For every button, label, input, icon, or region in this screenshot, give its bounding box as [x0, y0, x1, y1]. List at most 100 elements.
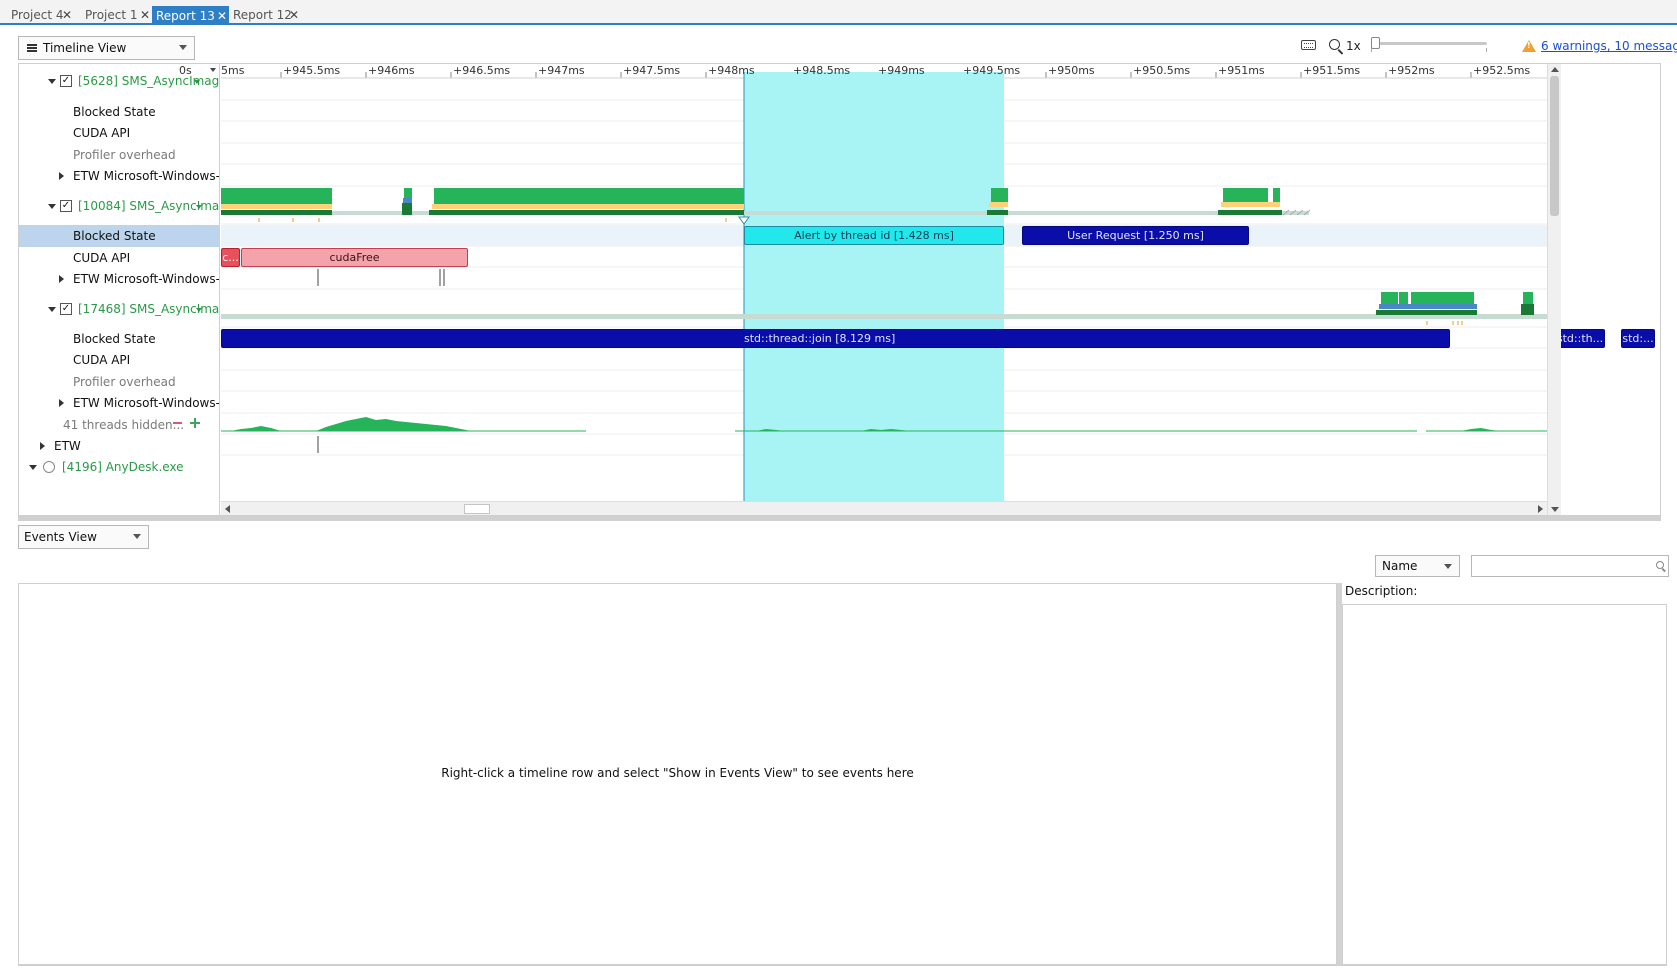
process-row-4196[interactable]: [4196] AnyDesk.exe [19, 456, 219, 478]
tab-project-1[interactable]: Project 1 ✕ [74, 5, 152, 25]
events-search-input[interactable] [1471, 555, 1669, 577]
row-etw-root[interactable]: ETW [19, 435, 219, 457]
row-menu-arrow-icon[interactable] [196, 205, 202, 209]
description-panel [1342, 604, 1667, 965]
row-blocked-state-1[interactable]: Blocked State [19, 101, 219, 123]
tab-label: Project 4 [11, 8, 64, 22]
row-label-text: ETW Microsoft-Windows-D [73, 169, 220, 183]
row-cuda-api-1[interactable]: CUDA API [19, 122, 219, 144]
zoom-slider-track [1371, 42, 1487, 45]
row-label-text: Profiler overhead [73, 148, 176, 162]
time-selection-region[interactable] [744, 72, 1004, 501]
row-cuda-api-3[interactable]: CUDA API [19, 349, 219, 371]
events-view-selector-dropdown[interactable]: Events View [18, 525, 149, 549]
events-list-panel[interactable]: Right-click a timeline row and select "S… [18, 583, 1337, 965]
scroll-up-icon[interactable] [1551, 67, 1559, 72]
timeline-canvas[interactable] [221, 64, 1547, 501]
thread-join-event[interactable]: std::th... [1555, 329, 1605, 348]
filter-field-dropdown[interactable]: Name [1375, 555, 1460, 577]
scrollbar-thumb[interactable] [464, 504, 490, 514]
plus-icon[interactable] [190, 418, 200, 428]
expand-icon[interactable] [59, 172, 64, 180]
process-row-10084[interactable]: ✓ [10084] SMS_AsyncIma [19, 195, 219, 217]
row-profiler-overhead-3[interactable]: Profiler overhead [19, 371, 219, 393]
row-threads-hidden: 41 threads hidden... [19, 414, 219, 436]
blocked-state-event[interactable]: Alert by thread id [1.428 ms] [744, 226, 1004, 245]
scroll-left-icon[interactable] [225, 505, 230, 513]
timeline-panel: 0s ✓ [5628] SMS_AsyncImag Blocked State … [18, 63, 1661, 516]
radio-icon[interactable] [43, 461, 55, 473]
timeline-row-labels: 0s ✓ [5628] SMS_AsyncImag Blocked State … [19, 64, 220, 515]
scroll-down-icon[interactable] [1551, 507, 1559, 512]
expand-icon[interactable] [40, 442, 45, 450]
panel-splitter[interactable] [18, 516, 1661, 521]
filter-field-label: Name [1382, 559, 1418, 573]
row-label-text: ETW Microsoft-Windows-D [73, 396, 220, 410]
minus-icon[interactable] [173, 422, 182, 424]
process-row-5628[interactable]: ✓ [5628] SMS_AsyncImag [19, 70, 219, 92]
row-label-text: ETW Microsoft-Windows-D [73, 272, 220, 286]
row-cuda-api-2[interactable]: CUDA API [19, 247, 219, 269]
keyboard-icon[interactable] [1301, 40, 1316, 50]
collapse-icon[interactable] [29, 465, 37, 470]
checkbox-icon[interactable]: ✓ [60, 303, 72, 315]
chevron-down-icon [179, 45, 187, 50]
view-selector-label: Timeline View [43, 41, 127, 55]
scrollbar-thumb[interactable] [1550, 76, 1559, 216]
expand-icon[interactable] [59, 275, 64, 283]
close-icon[interactable]: ✕ [140, 5, 150, 25]
tab-project-4[interactable]: Project 4 ✕ [0, 5, 74, 25]
zoom-icon[interactable] [1329, 39, 1340, 50]
row-etw-1[interactable]: ETW Microsoft-Windows-D [19, 165, 220, 187]
zoom-slider-thumb[interactable] [1371, 37, 1380, 49]
zoom-slider[interactable] [1371, 36, 1487, 54]
row-label-text: Profiler overhead [73, 375, 176, 389]
row-menu-arrow-icon[interactable] [196, 308, 202, 312]
close-icon[interactable]: ✕ [289, 5, 299, 25]
thread-join-event[interactable]: std::thread::join [8.129 ms] [221, 329, 1450, 348]
blocked-state-event[interactable]: User Request [1.250 ms] [1022, 226, 1249, 245]
menu-icon [27, 44, 37, 52]
process-row-17468[interactable]: ✓ [17468] SMS_AsyncIma [19, 298, 219, 320]
row-label-text: CUDA API [73, 126, 131, 140]
events-empty-message: Right-click a timeline row and select "S… [441, 766, 914, 780]
collapse-icon[interactable] [48, 307, 56, 312]
row-label-text: ETW [54, 439, 81, 453]
bottom-divider [18, 965, 1667, 966]
checkbox-icon[interactable]: ✓ [60, 200, 72, 212]
row-etw-3[interactable]: ETW Microsoft-Windows-D [19, 392, 220, 414]
row-menu-arrow-icon[interactable] [194, 80, 200, 84]
close-icon[interactable]: ✕ [217, 6, 227, 26]
view-selector-dropdown[interactable]: Timeline View [18, 36, 195, 60]
tab-report-13[interactable]: Report 13 ✕ [152, 6, 229, 25]
scroll-right-icon[interactable] [1538, 505, 1543, 513]
checkbox-icon[interactable]: ✓ [60, 75, 72, 87]
row-etw-2[interactable]: ETW Microsoft-Windows-D [19, 268, 220, 290]
row-blocked-state-2[interactable]: Blocked State [19, 225, 219, 247]
horizontal-scrollbar[interactable] [221, 501, 1547, 515]
warnings-messages-link[interactable]: 6 warnings, 10 messages [1541, 39, 1677, 53]
document-tab-bar: Project 4 ✕ Project 1 ✕ Report 13 ✕ Repo… [0, 0, 1677, 25]
description-label: Description: [1345, 584, 1418, 598]
close-icon[interactable]: ✕ [62, 5, 72, 25]
cuda-free-event[interactable]: cudaFree [241, 248, 468, 267]
row-label-text: Blocked State [73, 332, 156, 346]
row-label-text: Blocked State [73, 229, 156, 243]
process-name: [4196] AnyDesk.exe [62, 460, 184, 474]
zoom-slider-ticks [1371, 48, 1487, 52]
collapse-icon[interactable] [48, 204, 56, 209]
collapse-icon[interactable] [48, 79, 56, 84]
row-blocked-state-3[interactable]: Blocked State [19, 328, 219, 350]
thread-join-event[interactable]: std:... [1621, 329, 1655, 348]
row-label-text: CUDA API [73, 251, 131, 265]
search-icon[interactable] [1656, 561, 1664, 569]
expand-icon[interactable] [59, 399, 64, 407]
row-profiler-overhead-1[interactable]: Profiler overhead [19, 144, 219, 166]
tab-label: Report 13 [156, 9, 215, 23]
cuda-api-event[interactable]: c... [221, 248, 240, 267]
vertical-scrollbar[interactable] [1547, 64, 1561, 515]
zoom-level-label: 1x [1346, 39, 1361, 53]
warning-icon [1522, 40, 1536, 52]
tab-report-12[interactable]: Report 12 ✕ [229, 5, 301, 25]
tab-label: Project 1 [85, 8, 138, 22]
